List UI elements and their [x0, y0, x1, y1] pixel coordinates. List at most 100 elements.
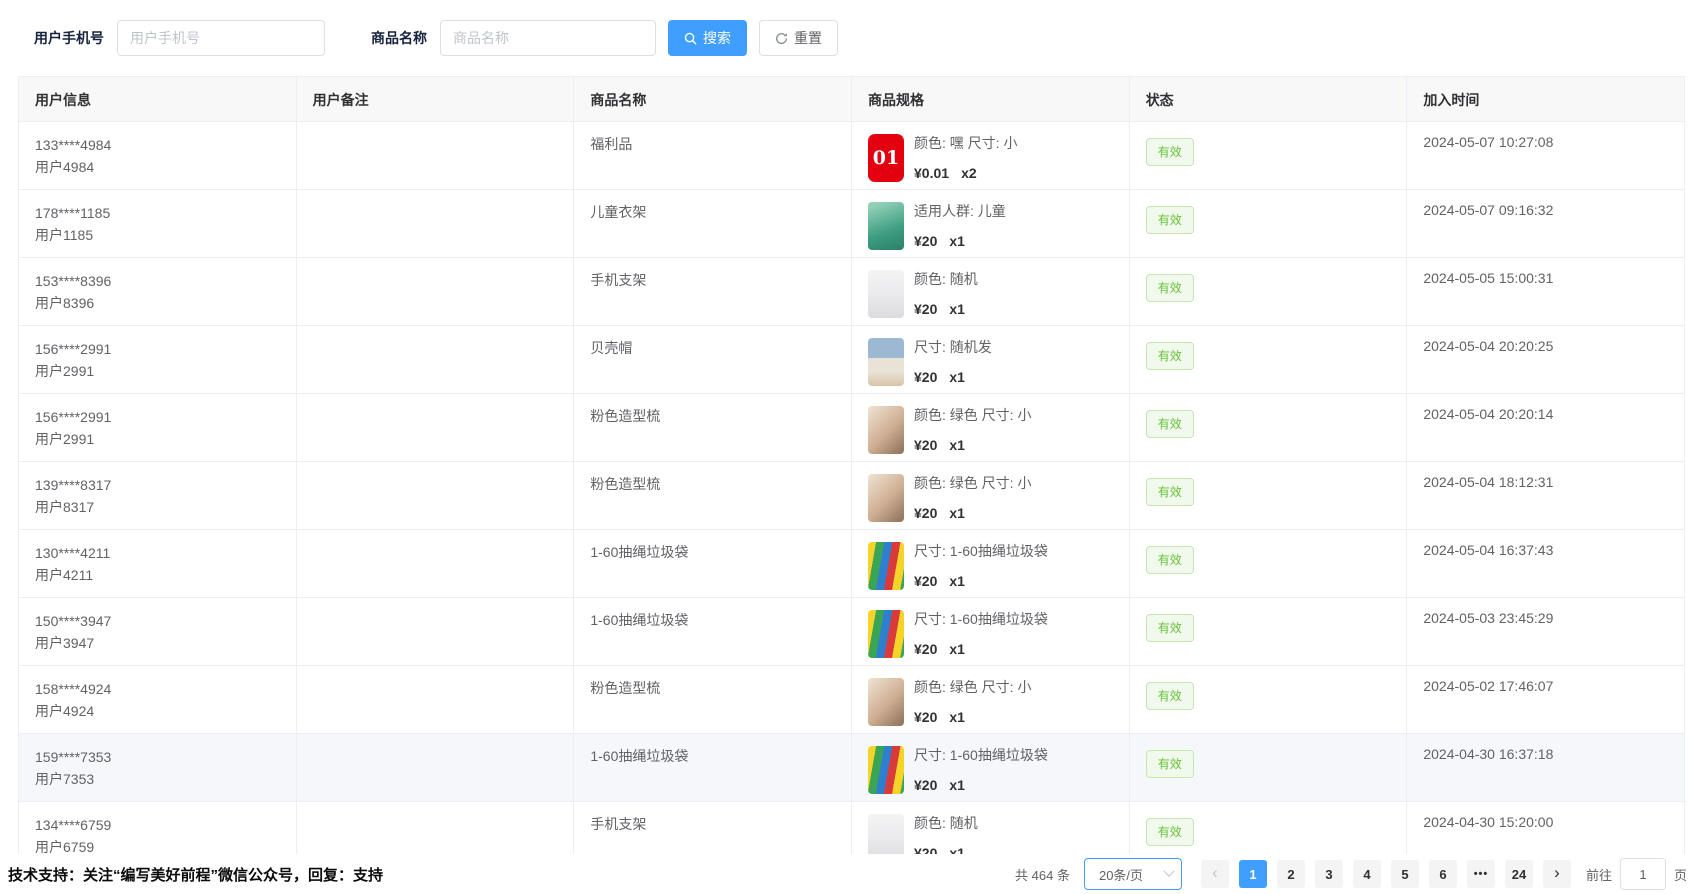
user-phone: 134****6759: [35, 814, 280, 836]
product-spec-cell: 颜色: 绿色 尺寸: 小 ¥20 x1: [852, 394, 1130, 462]
user-info-cell: 153****8396 用户8396: [19, 258, 297, 326]
product-spec-cell: 尺寸: 1-60抽绳垃圾袋 ¥20 x1: [852, 734, 1130, 802]
join-time-cell: 2024-05-02 17:46:07: [1407, 666, 1684, 734]
status-cell: 有效: [1130, 394, 1408, 462]
user-remark-cell: [297, 394, 575, 462]
quantity-text: x2: [961, 165, 977, 181]
table-row: 133****4984 用户4984 福利品 01 颜色: 嘿 尺寸: 小 ¥0…: [19, 122, 1684, 190]
table-row: 156****2991 用户2991 贝壳帽 尺寸: 随机发 ¥20 x1 有效: [19, 326, 1684, 394]
status-cell: 有效: [1130, 190, 1408, 258]
pagination-page-button[interactable]: 1: [1239, 860, 1267, 888]
user-nickname: 用户2991: [35, 428, 280, 450]
product-name-cell: 福利品: [574, 122, 852, 190]
pagination-page-button[interactable]: 5: [1391, 860, 1419, 888]
user-info-cell: 158****4924 用户4924: [19, 666, 297, 734]
table-row: 158****4924 用户4924 粉色造型梳 颜色: 绿色 尺寸: 小 ¥2…: [19, 666, 1684, 734]
product-image: [868, 746, 904, 794]
table-row: 156****2991 用户2991 粉色造型梳 颜色: 绿色 尺寸: 小 ¥2…: [19, 394, 1684, 462]
pagination-page-button[interactable]: 24: [1505, 860, 1533, 888]
status-badge: 有效: [1146, 138, 1194, 166]
pagination: 共 464 条 20条/页 ‹ 123456•••24 › 前往 页: [1015, 858, 1687, 890]
user-nickname: 用户8396: [35, 292, 280, 314]
reset-button[interactable]: 重置: [759, 20, 838, 56]
table-row: 130****4211 用户4211 1-60抽绳垃圾袋 尺寸: 1-60抽绳垃…: [19, 530, 1684, 598]
user-remark-cell: [297, 462, 575, 530]
status-badge: 有效: [1146, 206, 1194, 234]
product-name-cell: 1-60抽绳垃圾袋: [574, 734, 852, 802]
join-time-cell: 2024-05-03 23:45:29: [1407, 598, 1684, 666]
product-name-cell: 儿童衣架: [574, 190, 852, 258]
user-remark-cell: [297, 258, 575, 326]
user-phone: 130****4211: [35, 542, 280, 564]
pagination-next-button[interactable]: ›: [1543, 860, 1571, 888]
product-name-cell: 粉色造型梳: [574, 666, 852, 734]
user-info-cell: 139****8317 用户8317: [19, 462, 297, 530]
status-cell: 有效: [1130, 666, 1408, 734]
pagination-page-button[interactable]: 4: [1353, 860, 1381, 888]
user-remark-cell: [297, 190, 575, 258]
price-text: ¥20: [914, 437, 937, 453]
column-header: 商品规格: [852, 77, 1130, 122]
user-nickname: 用户7353: [35, 768, 280, 790]
pagination-page-button[interactable]: 2: [1277, 860, 1305, 888]
search-icon: [684, 32, 697, 45]
column-header: 用户信息: [19, 77, 297, 122]
pagination-page-button[interactable]: 6: [1429, 860, 1457, 888]
product-spec-cell: 颜色: 随机 ¥20 x1: [852, 258, 1130, 326]
status-badge: 有效: [1146, 682, 1194, 710]
user-info-cell: 150****3947 用户3947: [19, 598, 297, 666]
quantity-text: x1: [949, 369, 965, 385]
goto-page-input[interactable]: [1620, 858, 1666, 890]
status-cell: 有效: [1130, 530, 1408, 598]
spec-text: 颜色: 随机: [914, 271, 978, 287]
price-text: ¥20: [914, 369, 937, 385]
price-text: ¥20: [914, 709, 937, 725]
product-image: [868, 474, 904, 522]
quantity-text: x1: [949, 777, 965, 793]
user-remark-cell: [297, 666, 575, 734]
product-name-input[interactable]: [440, 20, 656, 56]
table-row: 139****8317 用户8317 粉色造型梳 颜色: 绿色 尺寸: 小 ¥2…: [19, 462, 1684, 530]
price-text: ¥20: [914, 573, 937, 589]
goto-suffix: 页: [1674, 865, 1687, 884]
status-badge: 有效: [1146, 614, 1194, 642]
user-info-cell: 130****4211 用户4211: [19, 530, 297, 598]
phone-input[interactable]: [117, 20, 325, 56]
spec-text: 尺寸: 1-60抽绳垃圾袋: [914, 611, 1048, 627]
quantity-text: x1: [949, 233, 965, 249]
user-info-cell: 133****4984 用户4984: [19, 122, 297, 190]
product-image: [868, 610, 904, 658]
spec-text: 颜色: 绿色 尺寸: 小: [914, 475, 1031, 491]
user-info-cell: 178****1185 用户1185: [19, 190, 297, 258]
spec-text: 尺寸: 1-60抽绳垃圾袋: [914, 747, 1048, 763]
status-badge: 有效: [1146, 342, 1194, 370]
search-button[interactable]: 搜索: [668, 20, 747, 56]
pagination-ellipsis[interactable]: •••: [1467, 860, 1495, 888]
column-header: 加入时间: [1407, 77, 1684, 122]
quantity-text: x1: [949, 641, 965, 657]
product-name-cell: 贝壳帽: [574, 326, 852, 394]
page-size-select[interactable]: 20条/页: [1084, 858, 1182, 890]
product-spec-cell: 尺寸: 随机发 ¥20 x1: [852, 326, 1130, 394]
status-badge: 有效: [1146, 274, 1194, 302]
user-nickname: 用户8317: [35, 496, 280, 518]
product-spec-cell: 尺寸: 1-60抽绳垃圾袋 ¥20 x1: [852, 530, 1130, 598]
join-time-cell: 2024-05-04 20:20:14: [1407, 394, 1684, 462]
price-text: ¥20: [914, 301, 937, 317]
join-time-cell: 2024-04-30 16:37:18: [1407, 734, 1684, 802]
pagination-prev-button[interactable]: ‹: [1201, 860, 1229, 888]
status-cell: 有效: [1130, 462, 1408, 530]
product-image: [868, 678, 904, 726]
table-row: 153****8396 用户8396 手机支架 颜色: 随机 ¥20 x1 有效: [19, 258, 1684, 326]
product-image: 01: [868, 134, 904, 182]
join-time-cell: 2024-05-07 09:16:32: [1407, 190, 1684, 258]
table-header-row: 用户信息用户备注商品名称商品规格状态加入时间: [19, 77, 1684, 122]
status-cell: 有效: [1130, 598, 1408, 666]
user-nickname: 用户3947: [35, 632, 280, 654]
status-cell: 有效: [1130, 734, 1408, 802]
search-form: 用户手机号 商品名称 搜索 重置: [34, 20, 838, 56]
user-nickname: 用户4211: [35, 564, 280, 586]
product-name-cell: 1-60抽绳垃圾袋: [574, 598, 852, 666]
support-text: 技术支持：关注“编写美好前程”微信公众号，回复：支持: [8, 864, 383, 885]
pagination-page-button[interactable]: 3: [1315, 860, 1343, 888]
